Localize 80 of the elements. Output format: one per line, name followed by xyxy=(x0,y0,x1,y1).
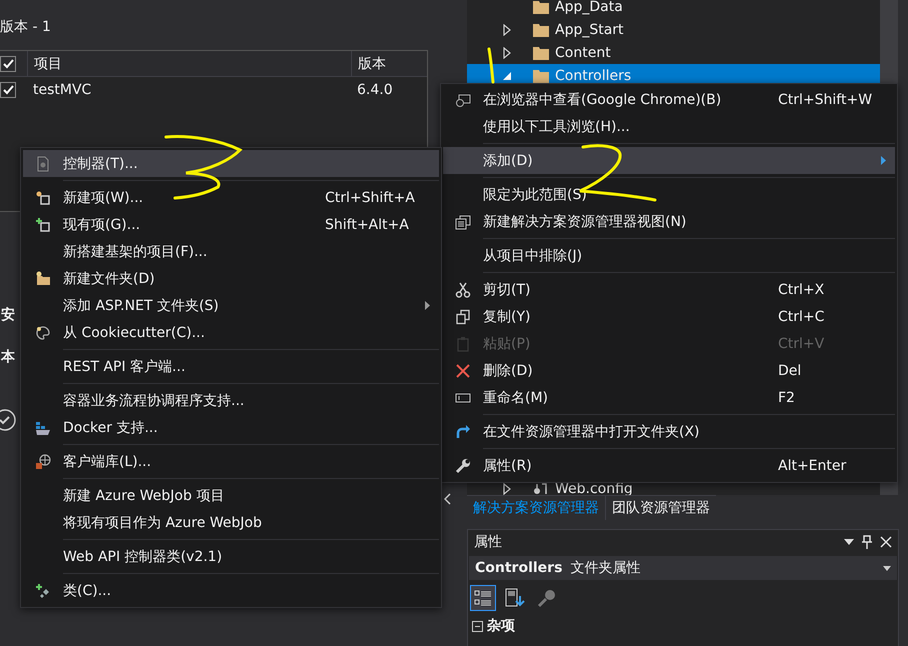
menu-item[interactable]: 在浏览器中查看(Google Chrome)(B) Ctrl+Shift+W xyxy=(443,86,895,113)
tree-item[interactable]: App_Data xyxy=(467,0,880,18)
panel-tab[interactable]: 团队资源管理器 xyxy=(606,496,716,520)
pages-download-icon xyxy=(505,588,525,608)
checkbox[interactable] xyxy=(0,82,16,98)
document-icon xyxy=(35,156,51,172)
globe-icon xyxy=(35,454,51,470)
category-label: 杂项 xyxy=(487,617,515,635)
menu-item[interactable]: 属性(R) Alt+Enter xyxy=(443,452,895,479)
column-header: 版本 xyxy=(358,54,386,72)
submenu-arrow-icon xyxy=(881,156,887,165)
wrench-icon xyxy=(455,458,471,474)
menu-item[interactable]: 客户端库(L)... xyxy=(23,448,439,475)
table-cell-text: testMVC xyxy=(32,82,92,98)
menu-item[interactable]: REST API 客户端... xyxy=(23,353,439,380)
menu-item[interactable]: 新建 Azure WebJob 项目 xyxy=(23,482,439,509)
folder-icon xyxy=(35,270,51,286)
class-icon xyxy=(35,582,51,598)
dropdown-icon xyxy=(883,566,891,570)
new-item-icon xyxy=(35,190,51,206)
menu-item[interactable]: 剪切(T) Ctrl+X xyxy=(443,276,895,303)
list-icon xyxy=(474,589,492,607)
table-cell-text: 6.4.0 xyxy=(356,82,394,98)
config-file-icon xyxy=(533,482,549,495)
scissors-icon xyxy=(455,282,471,298)
close-icon[interactable] xyxy=(880,536,892,548)
add-item-icon xyxy=(35,216,51,232)
object-selector[interactable]: Controllers 文件夹属性 xyxy=(469,556,897,580)
container-stack-icon xyxy=(35,420,51,436)
tree-item[interactable]: Content xyxy=(467,41,880,64)
menu-item[interactable]: 使用以下工具浏览(H)... xyxy=(443,113,895,140)
collapsed-arrow-icon[interactable] xyxy=(502,24,512,36)
menu-item[interactable]: 容器业务流程协调程序支持... xyxy=(23,387,439,414)
menu-item[interactable]: 新建文件夹(D) xyxy=(23,265,439,292)
menu-item[interactable]: 从 Cookiecutter(C)... xyxy=(23,319,439,346)
menu-item[interactable]: 重命名(M) F2 xyxy=(443,384,895,411)
menu-item[interactable]: 添加 ASP.NET 文件夹(S) xyxy=(23,292,439,319)
menu-item[interactable]: 在文件资源管理器中打开文件夹(X) xyxy=(443,418,895,445)
collapse-icon[interactable] xyxy=(472,620,483,632)
collapsed-arrow-icon[interactable] xyxy=(502,46,512,58)
folder-icon xyxy=(533,0,549,14)
menu-item[interactable]: 删除(D) Del xyxy=(443,357,895,384)
browser-window-icon xyxy=(455,92,471,108)
side-label: 安 xyxy=(1,306,15,324)
palette-icon xyxy=(35,324,51,340)
menu-item[interactable]: 复制(Y) Ctrl+C xyxy=(443,303,895,330)
menu-item[interactable]: Web API 控制器类(v2.1) xyxy=(23,543,439,570)
chevron-left-icon[interactable] xyxy=(443,493,451,505)
tree-item[interactable]: App_Start xyxy=(467,18,880,41)
menu-item[interactable]: 添加(D) xyxy=(443,147,895,174)
categorized-button[interactable] xyxy=(470,585,496,611)
menu-item[interactable]: 控制器(T)... xyxy=(23,150,439,177)
column-header: 项目 xyxy=(34,54,62,72)
menu-item[interactable]: Docker 支持... xyxy=(23,414,439,441)
section-heading: 版本 - 1 xyxy=(0,18,51,36)
copy-icon xyxy=(455,308,471,324)
menu-item[interactable]: 从项目中排除(J) xyxy=(443,242,895,269)
side-label: 本 xyxy=(1,348,15,366)
clipboard-icon xyxy=(455,336,471,352)
menu-item[interactable]: 类(C)... xyxy=(23,577,439,604)
key-icon xyxy=(537,588,557,608)
dropdown-icon[interactable] xyxy=(844,539,854,545)
collapsed-arrow-icon[interactable] xyxy=(502,482,512,494)
handwritten-mark xyxy=(488,48,494,84)
checkbox[interactable] xyxy=(0,56,16,72)
submenu-arrow-icon xyxy=(425,301,431,310)
pin-icon[interactable] xyxy=(862,535,872,549)
stacked-windows-icon xyxy=(455,214,471,230)
menu-item[interactable]: 将现有项目作为 Azure WebJob xyxy=(23,509,439,536)
expanded-arrow-icon[interactable] xyxy=(502,70,512,82)
panel-title: 属性 xyxy=(474,533,503,551)
menu-item[interactable]: 现有项(G)... Shift+Alt+A xyxy=(23,211,439,238)
folder-icon xyxy=(533,22,549,36)
folder-icon xyxy=(533,46,549,60)
menu-item[interactable]: 新搭建基架的项目(F)... xyxy=(23,238,439,265)
curved-arrow-icon xyxy=(455,424,471,440)
menu-item[interactable]: 新建解决方案资源管理器视图(N) xyxy=(443,208,895,235)
panel-tab[interactable]: 解决方案资源管理器 xyxy=(467,496,606,520)
menu-item[interactable]: 新建项(W)... Ctrl+Shift+A xyxy=(23,184,439,211)
cross-icon xyxy=(455,362,471,378)
